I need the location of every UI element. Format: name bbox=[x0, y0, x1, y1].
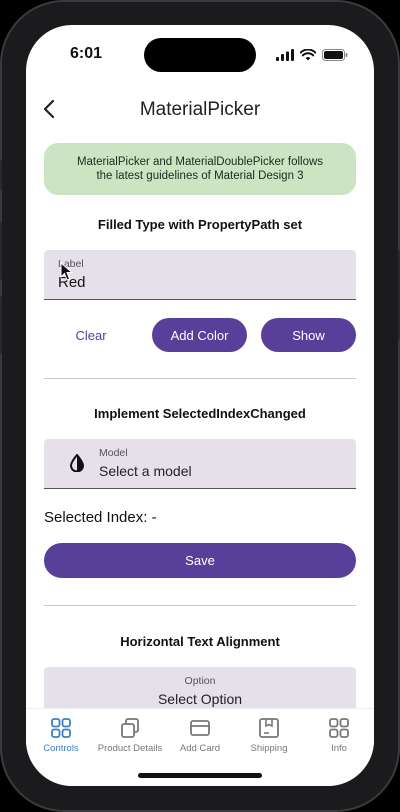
screen: 6:01 MaterialPicker MaterialPicker and M… bbox=[26, 25, 374, 786]
wifi-icon bbox=[300, 49, 316, 61]
option-picker-label: Option bbox=[184, 675, 216, 687]
tab-shipping-label: Shipping bbox=[250, 743, 288, 754]
model-picker-field[interactable]: Model Select a model bbox=[44, 439, 356, 489]
navigation-bar: MaterialPicker bbox=[26, 89, 374, 133]
info-banner-text: MaterialPicker and MaterialDoublePicker … bbox=[76, 156, 324, 182]
save-button[interactable]: Save bbox=[44, 543, 356, 578]
section-heading-horizontal-alignment: Horizontal Text Alignment bbox=[120, 634, 280, 649]
status-icons bbox=[276, 49, 348, 61]
color-picker-field[interactable]: Label Red bbox=[44, 250, 356, 300]
battery-icon bbox=[322, 49, 348, 61]
content-scroll[interactable]: MaterialPicker and MaterialDoublePicker … bbox=[44, 143, 356, 717]
home-indicator bbox=[138, 773, 262, 778]
show-button[interactable]: Show bbox=[261, 318, 356, 352]
box-icon bbox=[259, 718, 279, 738]
picker-actions-row: Clear Add Color Show bbox=[44, 318, 356, 352]
contrast-icon bbox=[69, 454, 85, 472]
tab-product-details-label: Product Details bbox=[97, 743, 163, 754]
volume-up-button bbox=[0, 222, 2, 280]
copy-icon bbox=[121, 718, 139, 738]
option-picker-placeholder: Select Option bbox=[157, 691, 243, 707]
section-divider bbox=[44, 378, 356, 379]
tab-info[interactable]: Info bbox=[304, 717, 374, 754]
card-icon bbox=[190, 720, 210, 736]
tab-bar: Controls Product Details Add Card Shippi… bbox=[26, 708, 374, 786]
section-heading-selected-index: Implement SelectedIndexChanged bbox=[94, 406, 306, 421]
selected-index-text: Selected Index: - bbox=[44, 509, 157, 526]
clear-button[interactable]: Clear bbox=[44, 328, 138, 343]
volume-down-button bbox=[0, 296, 2, 354]
grid-icon bbox=[329, 718, 349, 738]
section-divider bbox=[44, 605, 356, 606]
tab-add-card[interactable]: Add Card bbox=[165, 717, 235, 754]
model-picker-label: Model bbox=[99, 447, 128, 459]
signal-icon bbox=[276, 49, 294, 61]
tab-info-label: Info bbox=[331, 743, 347, 754]
page-title: MaterialPicker bbox=[139, 99, 261, 120]
dynamic-island bbox=[144, 38, 256, 72]
mouse-cursor-icon bbox=[60, 262, 74, 281]
info-banner: MaterialPicker and MaterialDoublePicker … bbox=[44, 143, 356, 195]
mute-switch bbox=[0, 160, 2, 190]
add-color-button[interactable]: Add Color bbox=[152, 318, 247, 352]
section-heading-filled-type: Filled Type with PropertyPath set bbox=[97, 217, 303, 232]
tab-controls-label: Controls bbox=[43, 743, 79, 754]
status-time: 6:01 bbox=[70, 45, 103, 62]
grid-icon bbox=[51, 718, 71, 738]
model-picker-placeholder: Select a model bbox=[99, 463, 192, 479]
phone-frame: 6:01 MaterialPicker MaterialPicker and M… bbox=[0, 0, 400, 812]
tab-add-card-label: Add Card bbox=[179, 743, 221, 754]
tab-product-details[interactable]: Product Details bbox=[95, 717, 165, 754]
tab-shipping[interactable]: Shipping bbox=[234, 717, 304, 754]
tab-controls[interactable]: Controls bbox=[26, 717, 96, 754]
